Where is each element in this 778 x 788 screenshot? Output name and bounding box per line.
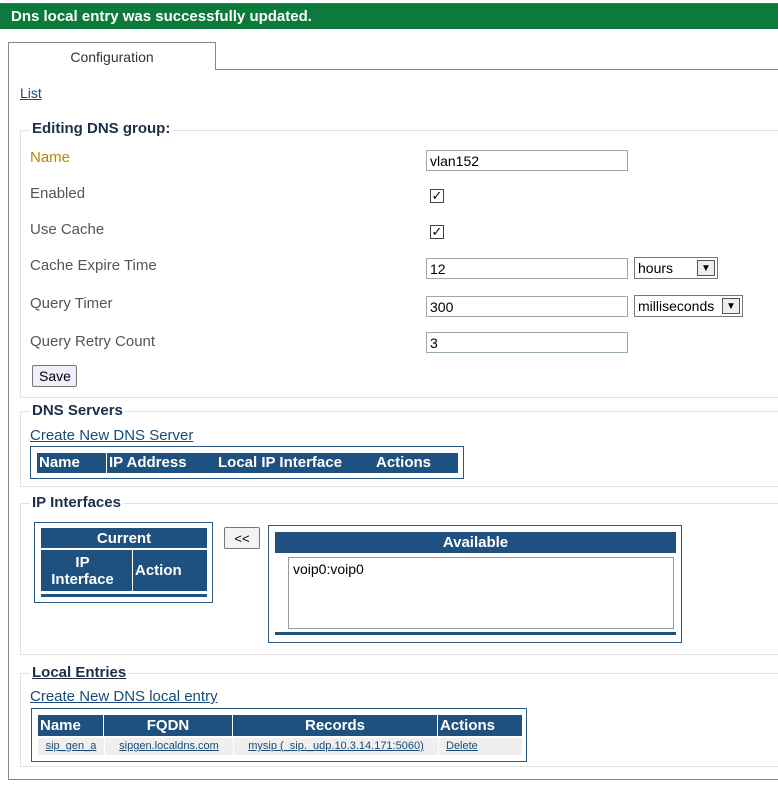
editing-legend: Editing DNS group: xyxy=(30,120,173,137)
move-left-button[interactable]: << xyxy=(224,527,260,549)
col-action: Action xyxy=(133,550,207,591)
col-fqdn: FQDN xyxy=(104,715,233,736)
use-cache-checkbox[interactable]: ✓ xyxy=(430,225,444,239)
name-label: Name xyxy=(30,149,71,166)
available-title: Available xyxy=(275,532,676,553)
table-row-records[interactable]: mysip (_sip._udp.10.3.14.171:5060) xyxy=(234,738,438,755)
tab-underline xyxy=(215,69,778,70)
create-dns-local-entry-link[interactable]: Create New DNS local entry xyxy=(30,688,218,705)
query-timer-unit-select[interactable]: milliseconds ▼ xyxy=(634,295,743,317)
ip-interfaces-legend: IP Interfaces xyxy=(30,494,123,511)
create-dns-server-link[interactable]: Create New DNS Server xyxy=(30,427,193,444)
current-interfaces-table: Current IP Interface Action xyxy=(34,522,213,603)
cache-expire-unit-select[interactable]: hours ▼ xyxy=(634,257,718,279)
query-timer-unit-value: milliseconds xyxy=(638,298,715,314)
chevron-down-icon: ▼ xyxy=(722,298,740,314)
use-cache-label: Use Cache xyxy=(30,221,105,238)
col-name: Name xyxy=(37,453,107,473)
table-row-fqdn[interactable]: sipgen.localdns.com xyxy=(105,738,233,755)
available-interfaces-panel: Available voip0:voip0 xyxy=(268,525,682,643)
enabled-label: Enabled xyxy=(30,185,86,202)
col-actions: Actions xyxy=(374,453,458,473)
name-input[interactable] xyxy=(426,150,628,171)
dns-servers-legend: DNS Servers xyxy=(30,402,125,419)
current-title: Current xyxy=(41,528,207,549)
available-interfaces-list[interactable]: voip0:voip0 xyxy=(288,557,674,629)
query-timer-input[interactable] xyxy=(426,296,628,317)
table-row-name[interactable]: sip_gen_a xyxy=(38,738,104,755)
delete-link[interactable]: Delete xyxy=(439,738,522,755)
col-ip-address: IP Address xyxy=(107,453,217,473)
cache-expire-label: Cache Expire Time xyxy=(30,257,157,274)
local-entries-table: Name FQDN Records Actions sip_gen_a sipg… xyxy=(31,708,527,762)
available-panel-footer xyxy=(275,632,676,635)
col-local-ip-interface: Local IP Interface xyxy=(216,453,375,473)
retry-count-input[interactable] xyxy=(426,332,628,353)
col-name: Name xyxy=(38,715,104,736)
query-timer-label: Query Timer xyxy=(30,295,113,312)
retry-count-label: Query Retry Count xyxy=(30,333,156,350)
chevron-down-icon: ▼ xyxy=(697,260,715,276)
cache-expire-unit-value: hours xyxy=(638,260,674,276)
current-table-footer xyxy=(41,594,207,597)
cache-expire-input[interactable] xyxy=(426,258,628,279)
list-link[interactable]: List xyxy=(20,85,42,101)
success-banner: Dns local entry was successfully updated… xyxy=(0,3,778,29)
col-actions: Actions xyxy=(438,715,522,736)
local-entries-legend: Local Entries xyxy=(30,664,129,681)
enabled-checkbox[interactable]: ✓ xyxy=(430,189,444,203)
list-item[interactable]: voip0:voip0 xyxy=(293,561,669,577)
col-records: Records xyxy=(233,715,438,736)
save-button[interactable]: Save xyxy=(32,365,77,387)
dns-servers-table: Name IP Address Local IP Interface Actio… xyxy=(30,446,464,479)
tab-configuration[interactable]: Configuration xyxy=(8,42,216,70)
col-ip-interface: IP Interface xyxy=(41,550,133,591)
